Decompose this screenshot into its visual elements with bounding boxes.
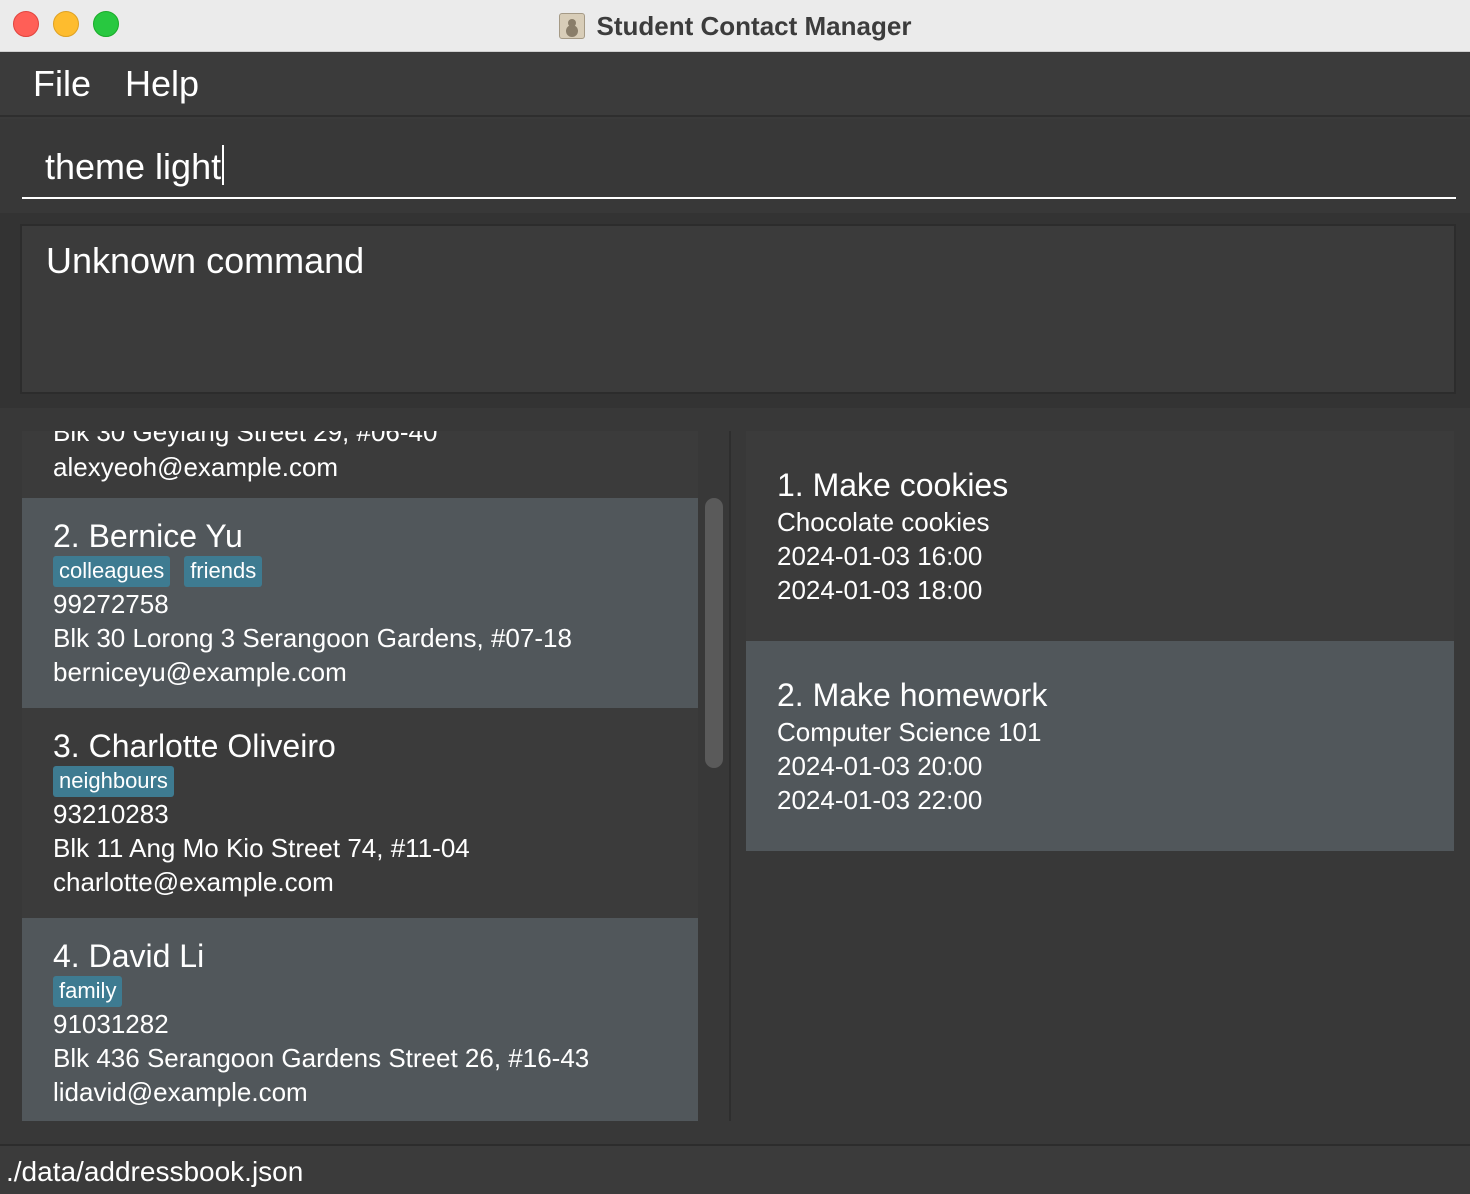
tag: friends bbox=[184, 556, 263, 587]
task-end: 2024-01-03 22:00 bbox=[777, 785, 983, 815]
tag: family bbox=[53, 976, 123, 1007]
address-book-icon bbox=[558, 13, 585, 39]
person-card[interactable]: Blk 30 Geylang Street 29, #06-40 alexyeo… bbox=[22, 431, 698, 498]
menu-help[interactable]: Help bbox=[125, 63, 199, 105]
person-email: charlotte@example.com bbox=[53, 867, 334, 897]
person-email: lidavid@example.com bbox=[53, 1077, 308, 1107]
save-location: ./data/addressbook.json bbox=[6, 1156, 304, 1187]
task-title: 1. Make cookies bbox=[777, 467, 1009, 503]
task-title: 2. Make homework bbox=[777, 677, 1048, 713]
person-name: 2. Bernice Yu bbox=[53, 518, 243, 554]
person-tags: colleagues friends bbox=[53, 556, 263, 587]
person-address: Blk 11 Ang Mo Kio Street 74, #11-04 bbox=[53, 833, 470, 863]
person-address: Blk 436 Serangoon Gardens Street 26, #16… bbox=[53, 1043, 590, 1073]
person-name: 3. Charlotte Oliveiro bbox=[53, 728, 336, 764]
tag: neighbours bbox=[53, 766, 174, 797]
task-description: Chocolate cookies bbox=[777, 507, 990, 537]
main-panel: Blk 30 Geylang Street 29, #06-40 alexyeo… bbox=[0, 408, 1470, 1144]
person-email: berniceyu@example.com bbox=[53, 657, 347, 687]
person-address: Blk 30 Lorong 3 Serangoon Gardens, #07-1… bbox=[53, 623, 572, 653]
person-card[interactable]: 3. Charlotte Oliveiro neighbours 9321028… bbox=[22, 708, 698, 918]
menu-bar: File Help bbox=[0, 53, 1470, 117]
task-start: 2024-01-03 20:00 bbox=[777, 751, 983, 781]
command-text: theme light bbox=[45, 145, 225, 188]
task-end: 2024-01-03 18:00 bbox=[777, 575, 983, 605]
result-display[interactable]: Unknown command bbox=[20, 224, 1456, 394]
tag: colleagues bbox=[53, 556, 171, 587]
result-message: Unknown command bbox=[46, 240, 365, 281]
person-name: 4. David Li bbox=[53, 938, 205, 974]
menu-file[interactable]: File bbox=[33, 63, 91, 105]
title-bar: Student Contact Manager bbox=[0, 0, 1470, 52]
command-input[interactable]: theme light bbox=[22, 137, 1456, 199]
task-list[interactable]: 1. Make cookies Chocolate cookies 2024-0… bbox=[746, 431, 1454, 1121]
task-description: Computer Science 101 bbox=[777, 717, 1042, 747]
text-caret bbox=[222, 145, 225, 185]
person-phone: 93210283 bbox=[53, 799, 169, 829]
task-card[interactable]: 2. Make homework Computer Science 101 20… bbox=[746, 641, 1454, 851]
status-bar: ./data/addressbook.json bbox=[0, 1144, 1470, 1194]
window-title: Student Contact Manager bbox=[596, 10, 912, 41]
task-start: 2024-01-03 16:00 bbox=[777, 541, 983, 571]
window-title-group: Student Contact Manager bbox=[0, 0, 1470, 52]
person-tags: family bbox=[53, 976, 123, 1007]
scrollbar-thumb[interactable] bbox=[705, 498, 723, 768]
person-address: Blk 30 Geylang Street 29, #06-40 bbox=[53, 431, 438, 447]
command-value: theme light bbox=[45, 146, 222, 187]
person-card[interactable]: 2. Bernice Yu colleagues friends 9927275… bbox=[22, 498, 698, 708]
person-phone: 91031282 bbox=[53, 1009, 169, 1039]
command-box: theme light bbox=[0, 119, 1470, 213]
person-list[interactable]: Blk 30 Geylang Street 29, #06-40 alexyeo… bbox=[22, 431, 698, 1121]
person-email: alexyeoh@example.com bbox=[53, 452, 339, 482]
split-divider[interactable] bbox=[729, 431, 731, 1121]
person-card[interactable]: 4. David Li family 91031282 Blk 436 Sera… bbox=[22, 918, 698, 1121]
person-tags: neighbours bbox=[53, 766, 174, 797]
task-card[interactable]: 1. Make cookies Chocolate cookies 2024-0… bbox=[746, 431, 1454, 641]
person-phone: 99272758 bbox=[53, 589, 169, 619]
